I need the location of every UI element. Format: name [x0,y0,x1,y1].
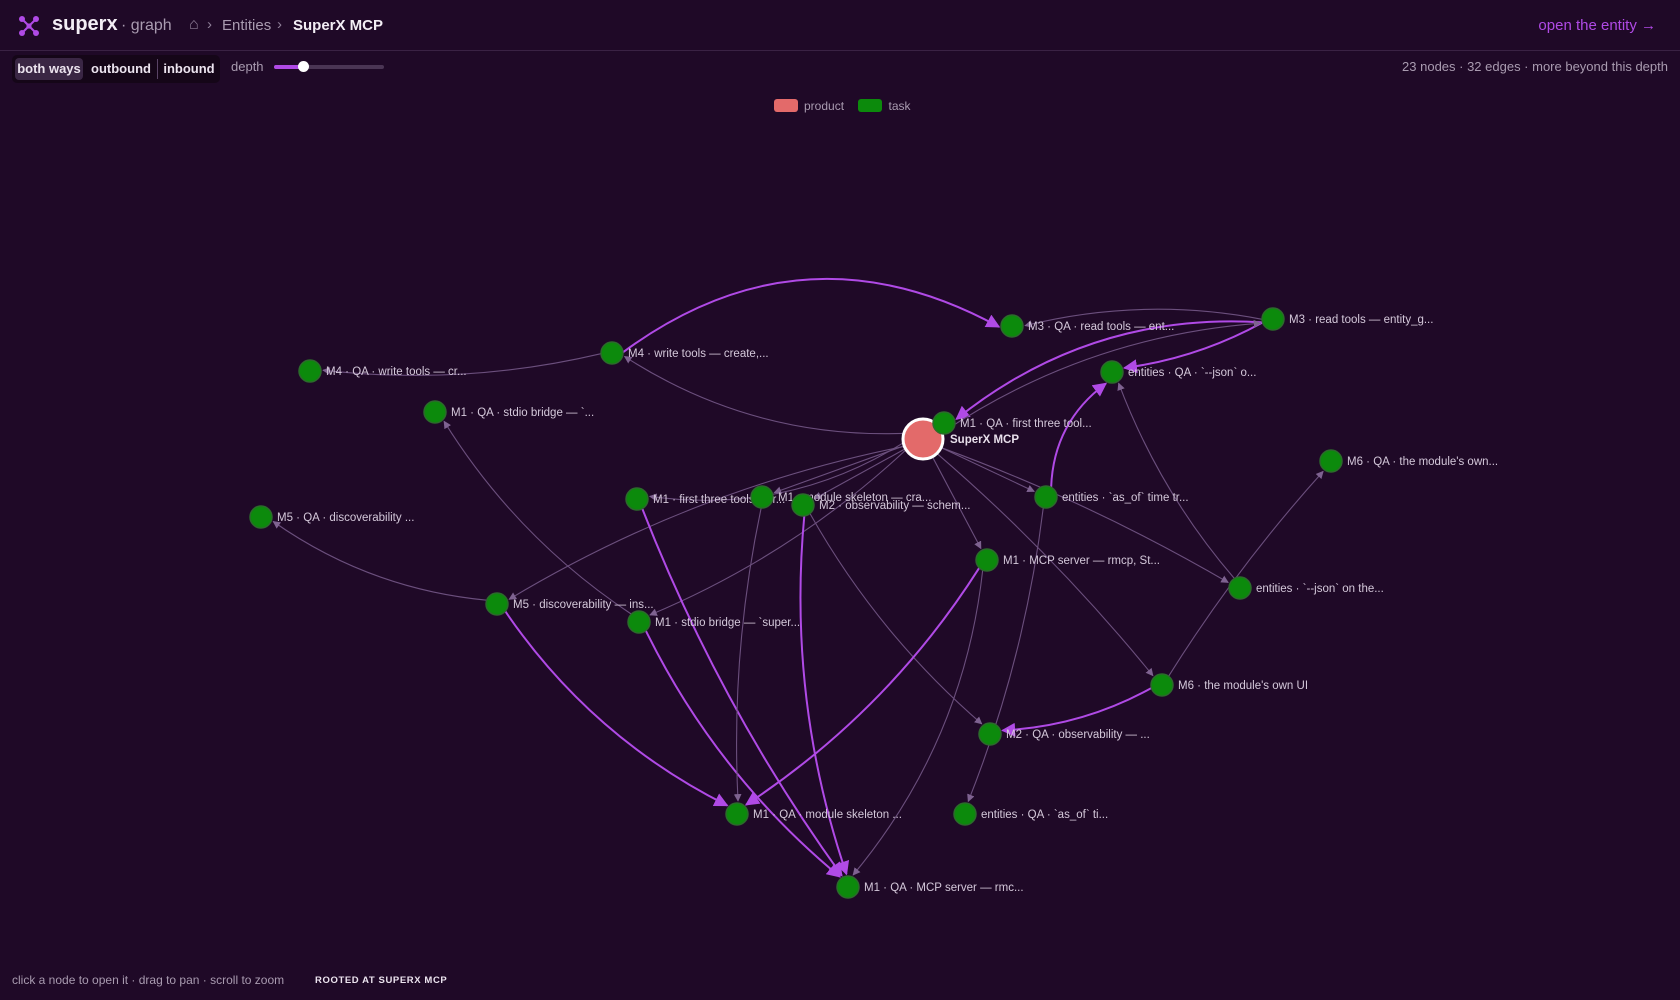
task-node-circle[interactable] [978,722,1002,746]
graph-node-ent-json[interactable]: entities · `--json` on the... [1228,576,1384,600]
node-label[interactable]: M1 · QA · first three tool... [960,418,1092,430]
task-node-circle[interactable] [423,400,447,424]
graph-edge [1168,470,1324,677]
graph-node-m4[interactable]: M4 · write tools — create,... [600,341,769,365]
task-node-circle[interactable] [600,341,624,365]
graph-edge [623,356,903,435]
graph-node-m1-stdio[interactable]: M1 · stdio bridge — `super... [627,610,800,634]
node-label[interactable]: M1 · QA · MCP server — rmc... [864,882,1024,894]
task-node-circle[interactable] [1034,485,1058,509]
task-node-circle[interactable] [1319,449,1343,473]
node-label[interactable]: entities · QA · `as_of` ti... [981,809,1108,821]
graph-canvas[interactable]: SuperX MCP M3 · QA · read tools — ent... M… [0,0,1680,1000]
graph-edge [272,521,487,601]
node-label[interactable]: M3 · QA · read tools — ent... [1028,321,1174,333]
node-label[interactable]: entities · `as_of` time tr... [1062,492,1189,504]
task-node-circle[interactable] [298,359,322,383]
graph-node-m3[interactable]: M3 · read tools — entity_g... [1261,307,1433,331]
node-label[interactable]: M5 · QA · discoverability ... [277,512,414,524]
task-node-circle[interactable] [627,610,651,634]
task-node-circle[interactable] [625,487,649,511]
task-node-circle[interactable] [485,592,509,616]
graph-edge [443,420,632,615]
task-node-circle[interactable] [932,411,956,435]
task-node-circle[interactable] [725,802,749,826]
node-label[interactable]: SuperX MCP [950,434,1019,446]
node-label[interactable]: M1 · stdio bridge — `super... [655,617,800,629]
node-label[interactable]: M6 · the module's own UI [1178,680,1308,692]
graph-node-m1qa-stdio[interactable]: M1 · QA · stdio bridge — `... [423,400,594,424]
task-node-circle[interactable] [750,485,774,509]
task-node-circle[interactable] [1150,673,1174,697]
graph-edge [649,449,906,616]
graph-edge [744,567,981,806]
graph-edge [733,507,762,802]
node-label[interactable]: M4 · QA · write tools — cr... [326,366,467,378]
graph-edge [1117,382,1235,579]
node-label[interactable]: M2 · observability — schem... [819,500,970,512]
graph-edge [508,446,904,600]
graph-node-m5qa[interactable]: M5 · QA · discoverability ... [249,505,414,529]
task-node-circle[interactable] [975,548,999,572]
nodes-layer: SuperX MCP M3 · QA · read tools — ent... M… [249,307,1498,899]
task-node-circle[interactable] [836,875,860,899]
graph-edge [1001,687,1152,737]
graph-node-m6[interactable]: M6 · the module's own UI [1150,673,1308,697]
node-label[interactable]: M2 · QA · observability — ... [1006,729,1150,741]
graph-node-m1-mcp[interactable]: M1 · MCP server — rmcp, St... [975,548,1160,572]
task-node-circle[interactable] [249,505,273,529]
graph-edge [504,610,729,807]
graph-node-entqa-asof[interactable]: entities · QA · `as_of` ti... [953,802,1108,826]
graph-node-ent-asof[interactable]: entities · `as_of` time tr... [1034,485,1189,509]
graph-node-m1qa-mcp[interactable]: M1 · QA · MCP server — rmc... [836,875,1024,899]
node-label[interactable]: M1 · QA · module skeleton ... [753,809,902,821]
graph-node-m4qa[interactable]: M4 · QA · write tools — cr... [298,359,467,383]
graph-edge [852,570,984,876]
node-label[interactable]: M1 · MCP server — rmcp, St... [1003,555,1160,567]
task-node-circle[interactable] [791,493,815,517]
task-node-circle[interactable] [1228,576,1252,600]
rooted-badge: ROOTED AT SUPERX MCP [315,975,448,986]
graph-edge [622,277,1001,354]
task-node-circle[interactable] [953,802,977,826]
footer-hint: click a node to open it · drag to pan · … [12,973,285,987]
graph-node-entqa-json[interactable]: entities · QA · `--json` o... [1100,360,1256,384]
node-label[interactable]: entities · QA · `--json` o... [1128,367,1256,379]
task-node-circle[interactable] [1000,314,1024,338]
node-label[interactable]: M1 · QA · stdio bridge — `... [451,407,594,419]
task-node-circle[interactable] [1100,360,1124,384]
graph-edge [644,630,842,878]
graph-node-m2qa[interactable]: M2 · QA · observability — ... [978,722,1150,746]
graph-node-m6qa[interactable]: M6 · QA · the module's own... [1319,449,1498,473]
node-label[interactable]: M5 · discoverability — ins... [513,599,654,611]
node-label[interactable]: entities · `--json` on the... [1256,583,1384,595]
node-label[interactable]: M4 · write tools — create,... [628,348,769,360]
graph-edge [1050,382,1108,488]
graph-node-m1qa-skel[interactable]: M1 · QA · module skeleton ... [725,802,902,826]
graph-node-m3qa[interactable]: M3 · QA · read tools — ent... [1000,314,1174,338]
node-label[interactable]: M3 · read tools — entity_g... [1289,314,1433,326]
task-node-circle[interactable] [1261,307,1285,331]
node-label[interactable]: M6 · QA · the module's own... [1347,456,1498,468]
